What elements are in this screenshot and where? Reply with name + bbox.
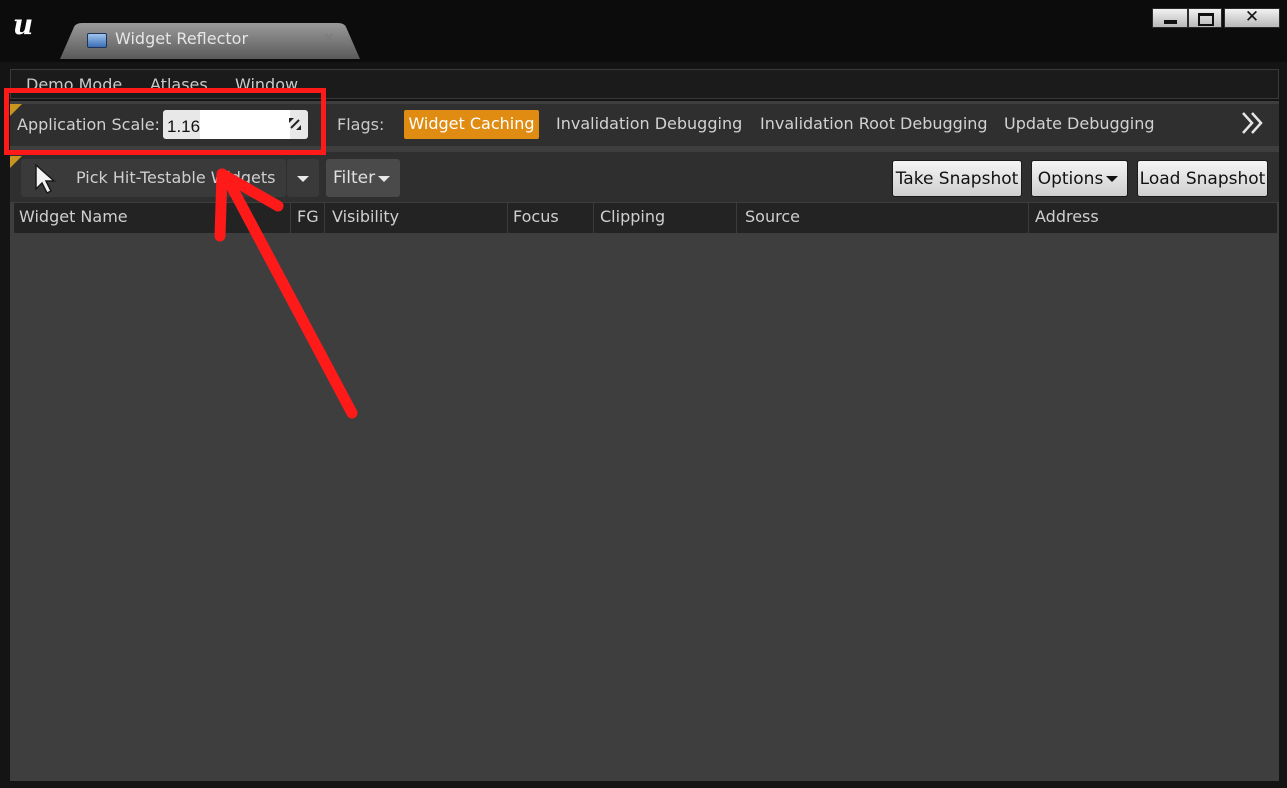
column-divider[interactable] [324, 203, 325, 233]
filter-label: Filter [333, 168, 376, 188]
flags-label: Flags: [337, 115, 385, 134]
widget-tree-header: Widget Name FG Visibility Focus Clipping… [14, 203, 1277, 233]
column-focus[interactable]: Focus [508, 203, 593, 233]
cursor-arrow-icon [35, 163, 56, 195]
menu-demo-mode[interactable]: Demo Mode [26, 75, 122, 94]
pick-widgets-label: Pick Hit-Testable Widgets [76, 168, 276, 187]
caret-down-icon [378, 176, 390, 182]
tab-close-icon[interactable]: × [323, 30, 335, 46]
tab-title: Widget Reflector [115, 29, 249, 48]
column-clipping[interactable]: Clipping [595, 203, 736, 233]
spin-grip-icon[interactable] [288, 117, 302, 131]
minimize-button[interactable] [1152, 8, 1188, 28]
flag-update-debugging-toggle[interactable]: Update Debugging [1004, 114, 1155, 133]
application-scale-input[interactable] [163, 110, 308, 139]
menu-bar: Demo Mode Atlases Window [10, 69, 1279, 99]
column-widget-name[interactable]: Widget Name [14, 203, 290, 233]
options-label: Options [1037, 169, 1104, 189]
caret-down-icon [1106, 176, 1118, 182]
unreal-logo-icon: u [12, 8, 34, 41]
flag-widget-caching-toggle[interactable]: Widget Caching [404, 110, 539, 139]
options-button[interactable]: Options [1031, 160, 1128, 197]
pick-mode-dropdown[interactable] [287, 159, 319, 197]
menu-window[interactable]: Window [235, 75, 298, 94]
column-divider[interactable] [736, 203, 737, 233]
column-source[interactable]: Source [740, 203, 1028, 233]
column-visibility[interactable]: Visibility [327, 203, 507, 233]
menu-atlases[interactable]: Atlases [150, 75, 208, 94]
tab-widget-reflector[interactable]: Widget Reflector × [60, 23, 360, 59]
take-snapshot-button[interactable]: Take Snapshot [892, 160, 1022, 197]
column-divider[interactable] [290, 203, 291, 233]
maximize-button[interactable] [1188, 8, 1222, 28]
column-fg[interactable]: FG [292, 203, 324, 233]
application-scale-label: Application Scale: [17, 115, 160, 134]
caret-down-icon [297, 176, 309, 182]
monitor-icon [87, 33, 107, 48]
column-address[interactable]: Address [1030, 203, 1277, 233]
close-button[interactable]: ✕ [1224, 7, 1280, 28]
flag-invalidation-debugging-toggle[interactable]: Invalidation Debugging [556, 114, 742, 133]
double-chevron-right-icon[interactable] [1240, 109, 1266, 137]
load-snapshot-button[interactable]: Load Snapshot [1137, 160, 1268, 197]
column-divider[interactable] [593, 203, 594, 233]
flag-invalidation-root-debugging-toggle[interactable]: Invalidation Root Debugging [760, 114, 988, 133]
close-icon: ✕ [1244, 7, 1260, 27]
column-divider[interactable] [1028, 203, 1029, 233]
